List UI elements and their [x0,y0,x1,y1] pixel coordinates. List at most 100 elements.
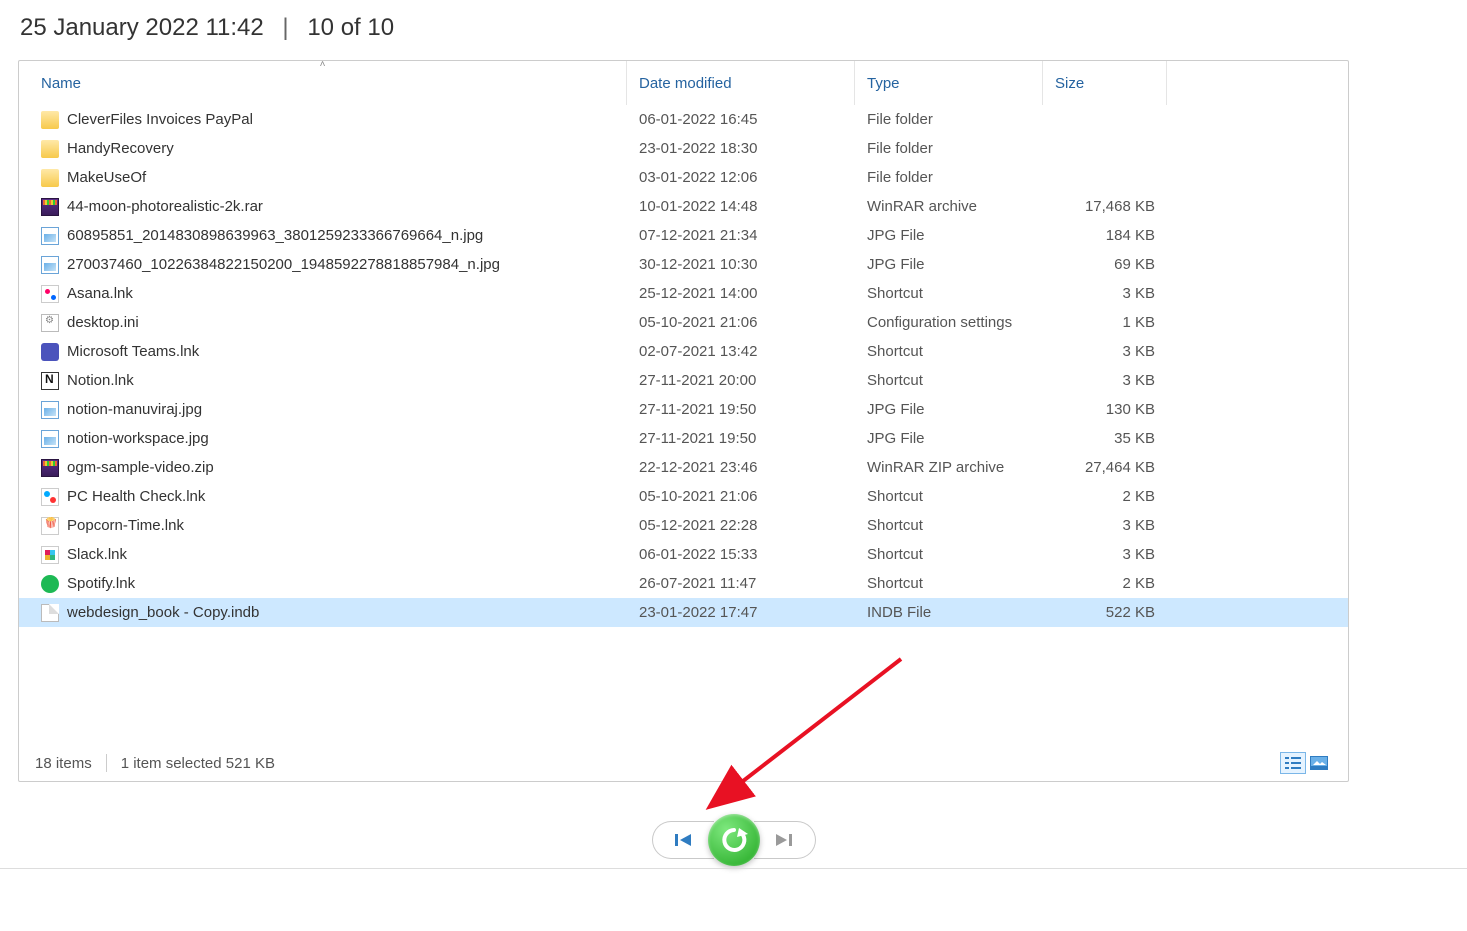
file-name-label: 44-moon-photorealistic-2k.rar [67,198,263,215]
file-type-cell: WinRAR archive [855,198,1043,215]
notion-icon [41,372,59,390]
file-size-cell: 130 KB [1043,401,1167,418]
column-date-label: Date modified [639,75,732,92]
header-separator: | [282,14,288,42]
column-date-modified[interactable]: Date modified [627,61,855,105]
details-view-button[interactable] [1280,752,1306,774]
file-name-cell: desktop.ini [19,314,627,332]
file-row[interactable]: Microsoft Teams.lnk 02-07-2021 13:42Short… [19,337,1348,366]
header-timestamp: 25 January 2022 11:42 [20,14,264,41]
column-type[interactable]: Type [855,61,1043,105]
file-list[interactable]: CleverFiles Invoices PayPal06-01-2022 16… [19,105,1348,745]
file-size-cell: 2 KB [1043,488,1167,505]
status-selection: 1 item selected 521 KB [121,755,275,772]
file-row[interactable]: 44-moon-photorealistic-2k.rar 10-01-2022 … [19,192,1348,221]
previous-button[interactable] [652,821,714,859]
file-row[interactable]: Notion.lnk27-11-2021 20:00Shortcut3 KB [19,366,1348,395]
playback-controls [652,814,816,866]
file-type-cell: File folder [855,111,1043,128]
file-name-label: Microsoft Teams.lnk [67,343,199,360]
ini-icon [41,314,59,332]
file-row[interactable]: webdesign_book - Copy.indb23-01-2022 17:… [19,598,1348,627]
file-name-label: 60895851_2014830898639963_38012592333667… [67,227,483,244]
file-type-cell: JPG File [855,256,1043,273]
file-name-cell: Microsoft Teams.lnk [19,343,627,361]
column-size[interactable]: Size [1043,61,1167,105]
file-size-cell: 522 KB [1043,604,1167,621]
file-row[interactable]: Popcorn-Time.lnk05-12-2021 22:28Shortcut… [19,511,1348,540]
file-size-cell: 27,464 KB [1043,459,1167,476]
file-date-cell: 30-12-2021 10:30 [627,256,855,273]
file-name-cell: notion-workspace.jpg [19,430,627,448]
file-row[interactable]: 270037460_10226384822150200_194859227881… [19,250,1348,279]
file-date-cell: 02-07-2021 13:42 [627,343,855,360]
file-row[interactable]: 60895851_2014830898639963_38012592333667… [19,221,1348,250]
thumbnails-view-icon [1310,756,1328,770]
file-date-cell: 06-01-2022 16:45 [627,111,855,128]
file-name-cell: Slack.lnk [19,546,627,564]
file-explorer: ˄ Name Date modified Type Size CleverFil… [18,60,1349,782]
file-name-label: Popcorn-Time.lnk [67,517,184,534]
file-row[interactable]: notion-manuviraj.jpg 27-11-2021 19:50JPG … [19,395,1348,424]
file-date-cell: 27-11-2021 19:50 [627,401,855,418]
file-row[interactable]: Slack.lnk06-01-2022 15:33Shortcut3 KB [19,540,1348,569]
file-type-cell: JPG File [855,401,1043,418]
file-size-cell: 3 KB [1043,372,1167,389]
skip-previous-icon [673,832,693,848]
file-date-cell: 22-12-2021 23:46 [627,459,855,476]
file-size-cell: 17,468 KB [1043,198,1167,215]
thumbnails-view-button[interactable] [1306,752,1332,774]
file-size-cell: 3 KB [1043,285,1167,302]
file-row[interactable]: Asana.lnk25-12-2021 14:00Shortcut3 KB [19,279,1348,308]
file-name-label: notion-manuviraj.jpg [67,401,202,418]
file-row[interactable]: CleverFiles Invoices PayPal06-01-2022 16… [19,105,1348,134]
file-size-cell: 2 KB [1043,575,1167,592]
status-divider [106,754,107,772]
file-type-cell: Configuration settings [855,314,1043,331]
view-mode-toggles [1280,752,1332,774]
file-type-cell: WinRAR ZIP archive [855,459,1043,476]
file-size-cell: 35 KB [1043,430,1167,447]
file-name-cell: ogm-sample-video.zip [19,459,627,477]
file-name-label: ogm-sample-video.zip [67,459,214,476]
column-name-label: Name [41,75,81,92]
popcorn-icon [41,517,59,535]
file-type-cell: Shortcut [855,546,1043,563]
file-date-cell: 27-11-2021 19:50 [627,430,855,447]
indb-icon [41,604,59,622]
file-row[interactable]: notion-workspace.jpg27-11-2021 19:50JPG … [19,424,1348,453]
lnk-asana-icon [41,285,59,303]
folder-icon [41,140,59,158]
file-name-cell: 44-moon-photorealistic-2k.rar [19,198,627,216]
file-name-label: webdesign_book - Copy.indb [67,604,259,621]
page-divider [0,868,1467,869]
column-name[interactable]: ˄ Name [19,61,627,105]
file-type-cell: Shortcut [855,343,1043,360]
header-line: 25 January 2022 11:42 | 10 of 10 [20,14,1449,42]
file-row[interactable]: HandyRecovery23-01-2022 18:30File folder [19,134,1348,163]
details-view-icon [1285,756,1301,770]
column-type-label: Type [867,75,900,92]
file-size-cell: 69 KB [1043,256,1167,273]
header-position: 10 of 10 [307,14,394,41]
file-date-cell: 05-12-2021 22:28 [627,517,855,534]
file-row[interactable]: MakeUseOf03-01-2022 12:06File folder [19,163,1348,192]
file-name-cell: HandyRecovery [19,140,627,158]
file-name-label: Slack.lnk [67,546,127,563]
jpg-icon [41,401,59,419]
skip-next-icon [774,832,794,848]
refresh-icon [719,825,749,855]
file-date-cell: 10-01-2022 14:48 [627,198,855,215]
refresh-button[interactable] [708,814,760,866]
file-name-label: desktop.ini [67,314,139,331]
file-type-cell: INDB File [855,604,1043,621]
file-row[interactable]: Spotify.lnk26-07-2021 11:47Shortcut2 KB [19,569,1348,598]
file-size-cell: 1 KB [1043,314,1167,331]
file-row[interactable]: ogm-sample-video.zip 22-12-2021 23:46WinR… [19,453,1348,482]
next-button[interactable] [754,821,816,859]
file-name-label: MakeUseOf [67,169,146,186]
file-type-cell: JPG File [855,430,1043,447]
file-row[interactable]: desktop.ini05-10-2021 21:06Configuration… [19,308,1348,337]
file-row[interactable]: PC Health Check.lnk05-10-2021 21:06Short… [19,482,1348,511]
file-date-cell: 27-11-2021 20:00 [627,372,855,389]
